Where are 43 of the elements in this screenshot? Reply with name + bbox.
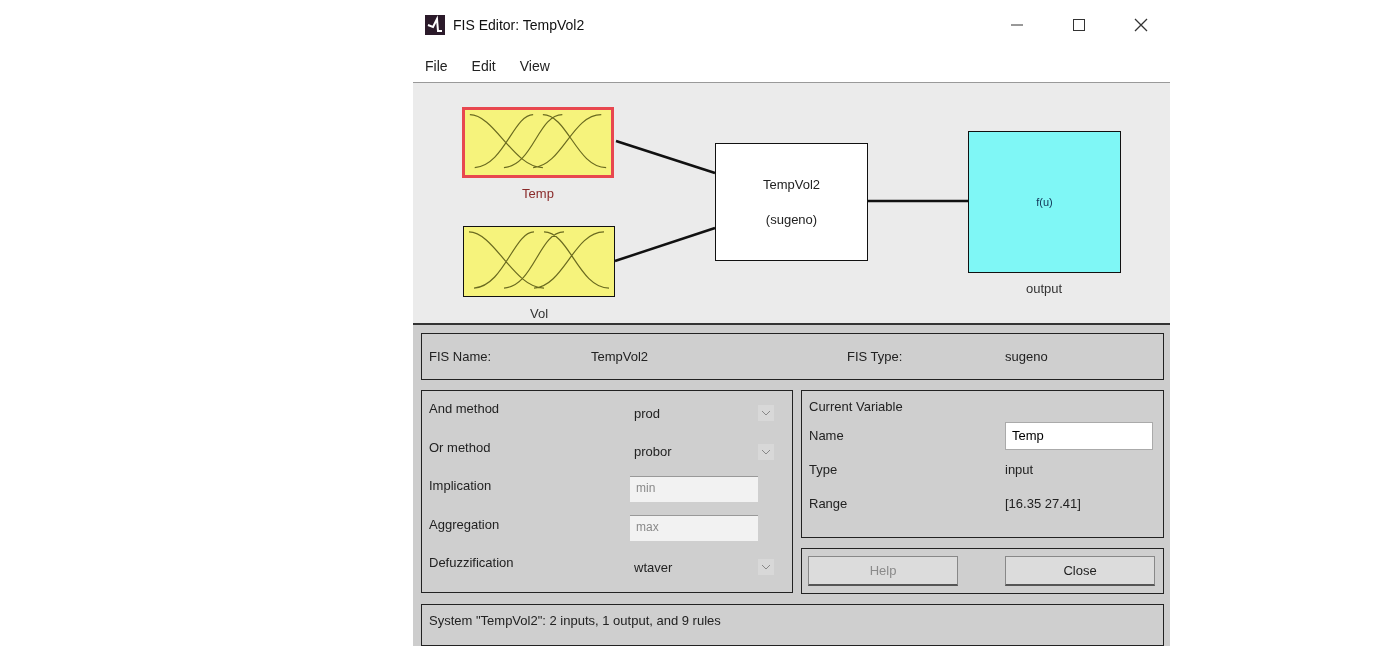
method-field: min (630, 476, 758, 503)
chevron-icon (758, 405, 774, 421)
maximize-icon[interactable] (1072, 18, 1086, 32)
chevron-icon (758, 559, 774, 576)
close-icon[interactable] (1134, 18, 1148, 32)
system-name: TempVol2 (762, 177, 821, 192)
app-icon (425, 15, 445, 35)
method-label: Implication (429, 477, 493, 494)
input-label: Vol (528, 306, 550, 321)
method-label: Or method (429, 438, 492, 455)
method-label: And method (429, 400, 501, 416)
menu-item[interactable]: Edit (469, 58, 508, 74)
system-type: (sugeno) (765, 212, 818, 227)
fis-name-label: FIS Name: (429, 349, 493, 364)
dialog-button[interactable]: Close (1005, 556, 1155, 586)
method-dropdown[interactable]: probor (634, 443, 774, 460)
system-node[interactable]: TempVol2 (sugeno) (715, 143, 868, 261)
fis-type-value: sugeno (1005, 349, 1049, 364)
type-label: Type (809, 462, 839, 477)
range-value: [16.35 27.41] (1005, 496, 1081, 511)
name-label: Name (809, 428, 845, 443)
method-field: max (630, 514, 758, 541)
input-node[interactable] (463, 226, 615, 297)
menu-item[interactable]: View (517, 58, 562, 74)
chevron-icon (758, 443, 774, 460)
range-label: Range (809, 496, 849, 511)
method-label: Defuzzification (429, 554, 515, 571)
status-text: System "TempVol2": 2 inputs, 1 output, and 9 rules (429, 613, 721, 628)
method-dropdown[interactable]: prod (634, 405, 774, 421)
input-node[interactable] (462, 107, 614, 178)
name-field[interactable]: Temp (1005, 421, 1153, 450)
window-title: FIS Editor: TempVol2 (453, 17, 585, 33)
output-label: output (1024, 281, 1064, 296)
method-dropdown[interactable]: wtaver (634, 559, 774, 576)
output-function: f(u) (1036, 196, 1053, 208)
menu-item[interactable]: File (423, 58, 460, 74)
current-variable-title: Current Variable (809, 399, 904, 414)
method-label: Aggregation (429, 515, 501, 532)
fis-name-value: TempVol2 (591, 349, 650, 364)
output-node[interactable]: f(u) (968, 131, 1121, 273)
type-value: input (1005, 462, 1034, 477)
input-label: Temp (521, 186, 555, 201)
fis-type-label: FIS Type: (847, 349, 904, 364)
